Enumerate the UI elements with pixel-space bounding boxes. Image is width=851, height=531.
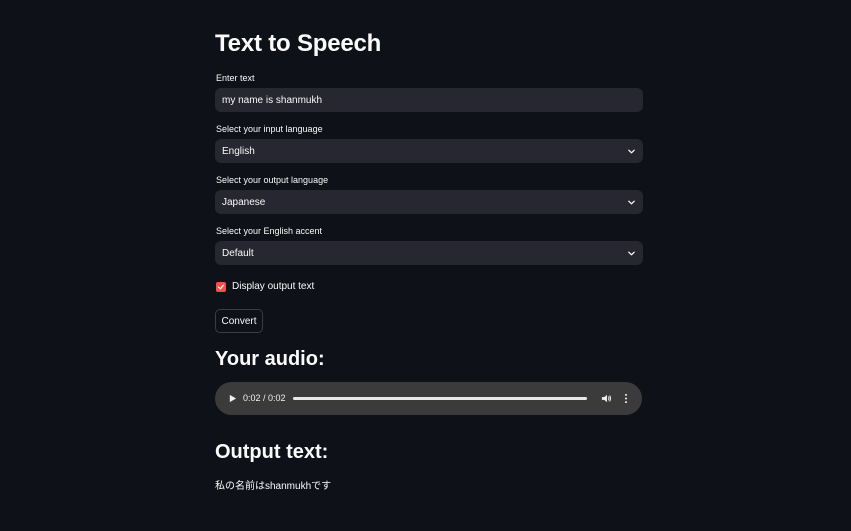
page-title: Text to Speech [215,30,382,57]
chevron-down-icon [626,197,636,207]
convert-button-label: Convert [221,315,257,327]
more-vertical-icon[interactable] [624,393,628,404]
check-icon [217,284,225,289]
input-language-select[interactable]: English [215,139,643,163]
text-input-label: Enter text [216,73,255,83]
display-output-checkbox-row[interactable]: Display output text [216,281,314,292]
output-language-label: Select your output language [216,175,329,185]
output-language-value: Japanese [222,196,266,208]
chevron-down-icon [626,248,636,258]
volume-icon[interactable] [601,393,612,404]
input-language-value: English [222,145,255,157]
text-input[interactable] [215,88,643,112]
audio-progress-fill [293,397,587,400]
display-output-checkbox[interactable] [216,281,226,292]
convert-button[interactable]: Convert [215,309,263,333]
output-language-select[interactable]: Japanese [215,190,643,214]
input-language-label: Select your input language [216,124,323,134]
chevron-down-icon [626,146,636,156]
audio-progress-track[interactable] [293,397,587,400]
audio-time: 0:02 / 0:02 [243,393,286,403]
audio-player[interactable]: 0:02 / 0:02 [215,382,642,415]
accent-label: Select your English accent [216,226,323,236]
output-heading: Output text: [215,441,329,463]
accent-value: Default [222,247,254,259]
output-text: 私の名前はshanmukhです [215,481,332,492]
display-output-label: Display output text [232,281,315,292]
accent-select[interactable]: Default [215,241,643,265]
play-icon[interactable] [228,394,237,403]
audio-heading: Your audio: [215,348,325,370]
